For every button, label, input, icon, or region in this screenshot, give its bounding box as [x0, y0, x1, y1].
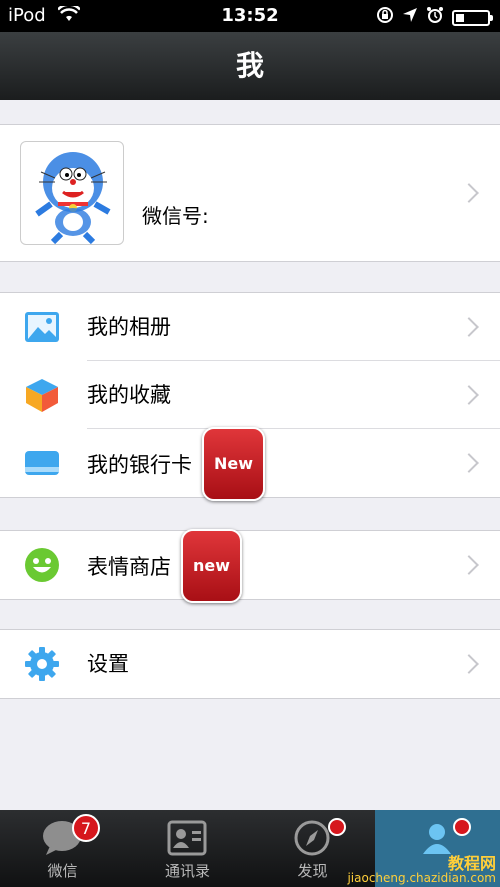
menu-item-label: 我的相册 — [87, 315, 171, 339]
me-icon — [417, 820, 457, 856]
menu-item-label: 我的银行卡 New — [87, 427, 266, 503]
menu-item-bank-card[interactable]: 我的银行卡 New — [0, 427, 500, 501]
menu-item-sticker-store[interactable]: 表情商店 new — [0, 529, 500, 603]
wechat-id-label: 微信号: — [142, 204, 209, 228]
tab-bar: 7 微信 通讯录 发现 教程网 jiaocheng.chazidian.com — [0, 810, 500, 887]
location-arrow-icon — [402, 7, 418, 28]
nav-bar: 我 — [0, 32, 500, 100]
menu-item-label: 我的收藏 — [87, 383, 171, 407]
chevron-right-icon — [459, 183, 479, 203]
menu-group-2: 表情商店 new — [0, 529, 500, 603]
chevron-right-icon — [459, 654, 479, 674]
new-badge: new — [181, 529, 243, 603]
battery-icon — [452, 9, 493, 26]
menu-item-label: 设置 — [87, 652, 129, 676]
watermark: 教程网 jiaocheng.chazidian.com — [347, 854, 496, 886]
tab-label: 微信 — [47, 862, 78, 880]
chevron-right-icon — [459, 453, 479, 473]
menu-group-3: 设置 — [0, 629, 500, 699]
chevron-right-icon — [459, 317, 479, 337]
menu-item-settings[interactable]: 设置 — [0, 630, 500, 698]
notification-dot — [328, 818, 346, 836]
chevron-right-icon — [459, 385, 479, 405]
rotation-lock-icon — [376, 6, 394, 29]
page-title: 我 — [235, 49, 264, 82]
contacts-card-icon — [167, 820, 207, 856]
smiley-icon — [24, 547, 60, 583]
menu-item-label: 表情商店 new — [87, 529, 243, 605]
bank-card-icon — [24, 445, 60, 481]
gear-icon — [24, 646, 60, 682]
notification-dot — [453, 818, 471, 836]
status-bar: iPod 13:52 — [0, 0, 500, 32]
menu-item-album[interactable]: 我的相册 — [0, 293, 500, 361]
compass-icon — [292, 820, 332, 856]
menu-item-favorites[interactable]: 我的收藏 — [0, 361, 500, 429]
profile-card[interactable]: 微信号: — [0, 124, 500, 262]
alarm-icon — [426, 6, 444, 29]
chevron-right-icon — [459, 555, 479, 575]
tab-me[interactable]: 教程网 jiaocheng.chazidian.com — [347, 810, 500, 887]
favorites-cube-icon — [24, 377, 60, 413]
tab-label: 通讯录 — [164, 862, 210, 880]
tab-chats[interactable]: 7 微信 — [0, 810, 125, 887]
unread-count-badge: 7 — [72, 814, 100, 842]
menu-group-1: 我的相册 我的收藏 我的银行卡 New — [0, 292, 500, 501]
photo-album-icon — [24, 309, 60, 345]
tab-contacts[interactable]: 通讯录 — [125, 810, 250, 887]
avatar — [20, 141, 124, 245]
new-badge: New — [202, 427, 266, 501]
